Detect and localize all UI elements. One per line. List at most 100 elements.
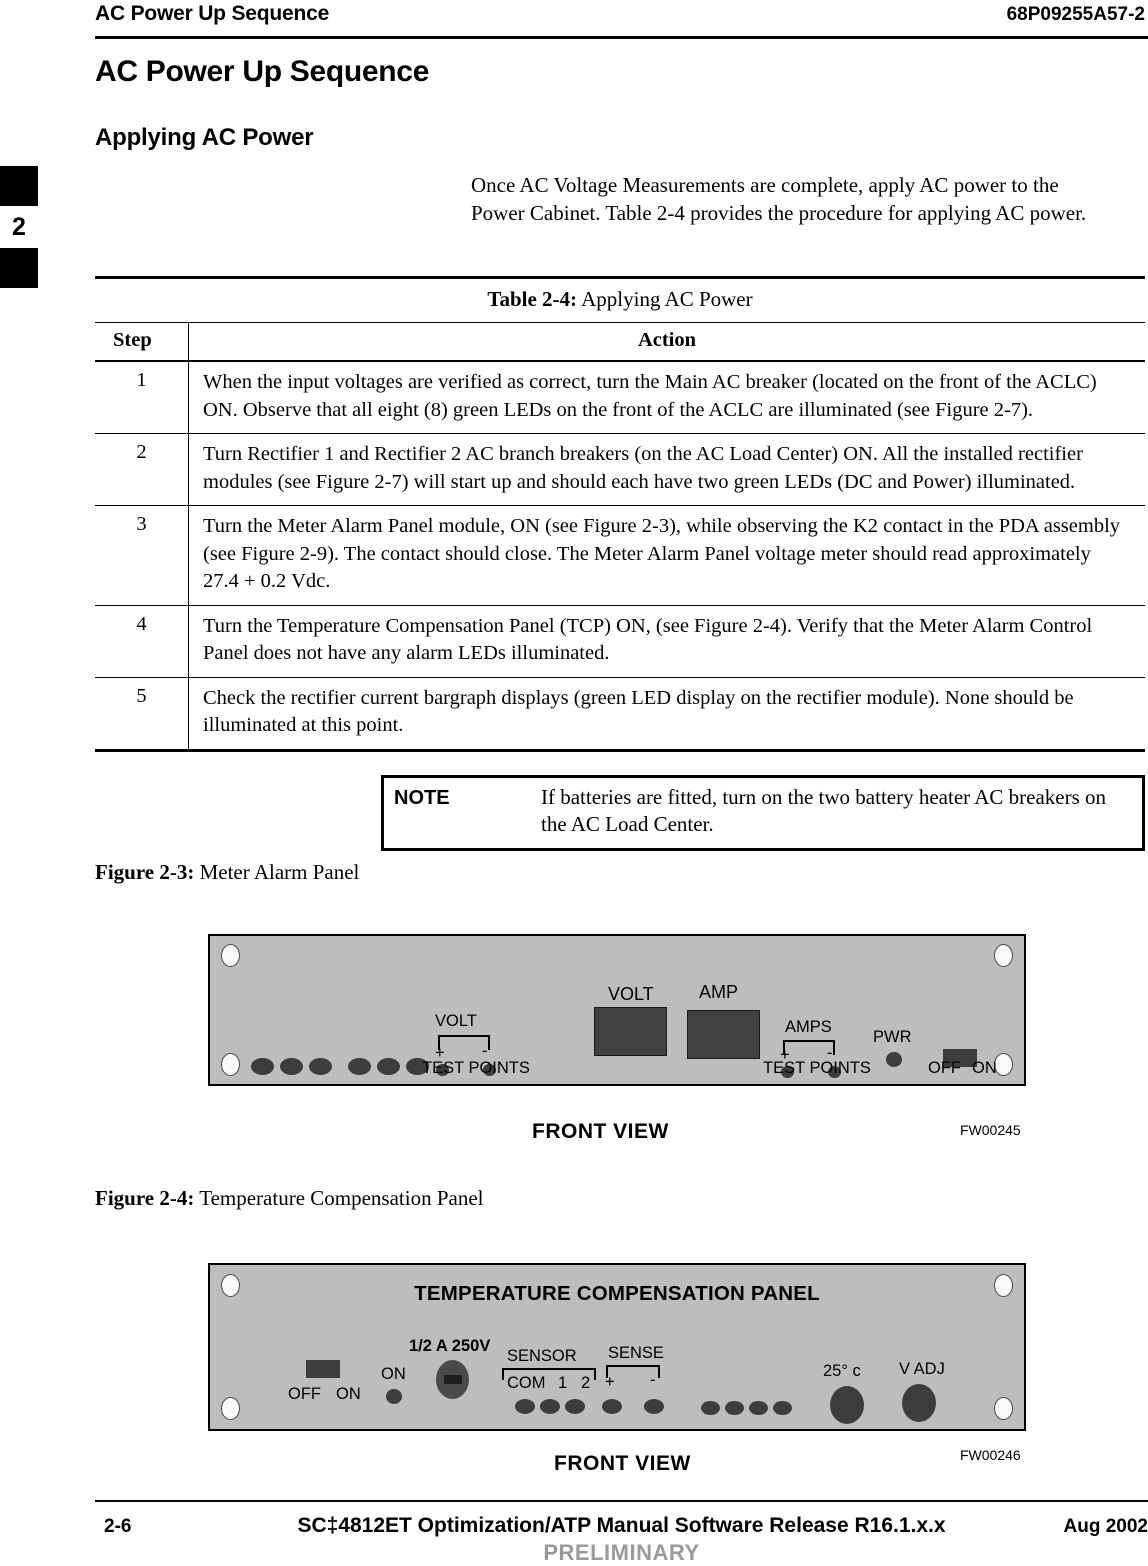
volt-testpoints-group-label: VOLT [435,1012,477,1030]
cell-action: Turn the Temperature Compensation Panel … [188,605,1145,678]
cell-action: When the input voltages are verified as … [188,361,1145,434]
tcp-sensor-com-terminal [515,1399,535,1414]
tcp-switch-on-label: ON [336,1385,361,1403]
tcp-sensor-2-label: 2 [581,1374,591,1392]
tcp-on-led [386,1389,402,1404]
alarm-led [348,1058,371,1075]
tcp-temp-knob-label: 25° c [823,1362,861,1380]
cell-step: 1 [95,361,189,434]
tcp-fuse-rating-label: 1/2 A 250V [409,1337,491,1355]
volt-testpoints-label: TEST POINTS [422,1059,530,1077]
tcp-switch-off-label: OFF [288,1385,321,1403]
tcp-on-led-label: ON [381,1365,406,1383]
tcp-terminal [701,1401,720,1415]
mounting-hole [994,1053,1013,1076]
page-footer: 2-6 SC‡4812ET Optimization/ATP Manual So… [95,1508,1148,1565]
mounting-hole [994,944,1013,967]
power-led [886,1052,902,1067]
table-caption: Table 2-4: Applying AC Power [95,276,1145,323]
tcp-sense-plus-label: + [605,1373,615,1391]
alarm-led [251,1058,274,1075]
mounting-hole [221,1053,240,1076]
meter-alarm-panel-drawing: VOLT + - TEST POINTS VOLT AMP AMPS + - T… [208,934,1026,1086]
figure-2-3-caption: Figure 2-3: Meter Alarm Panel [95,860,359,885]
cell-step: 5 [95,677,189,752]
document-page: 2 AC Power Up Sequence 68P09255A57-2 AC … [0,0,1148,1565]
table-row: 4 Turn the Temperature Compensation Pane… [95,605,1145,678]
volt-meter-display [594,1007,667,1056]
tcp-sensor-2-terminal [565,1399,585,1414]
table-caption-label: Table 2-4: [487,287,578,311]
tcp-power-switch [306,1360,340,1378]
chapter-tab-number: 2 [12,213,26,241]
figure-2-3-drawing-id: FW00245 [960,1122,1021,1138]
tcp-terminal [749,1401,768,1415]
table-header-step: Step [95,322,189,362]
figure-2-4-caption: Figure 2-4: Temperature Compensation Pan… [95,1186,484,1211]
chapter-tab-block-top [0,166,38,206]
cell-action: Turn Rectifier 1 and Rectifier 2 AC bran… [188,433,1145,506]
temperature-compensation-panel-drawing: TEMPERATURE COMPENSATION PANEL OFF ON ON… [208,1263,1026,1431]
tcp-terminal [725,1401,744,1415]
note-box: NOTE If batteries are fitted, turn on th… [381,775,1145,851]
footer-divider [95,1500,1148,1502]
tcp-sensor-group-label: SENSOR [507,1347,577,1365]
chapter-tab-block-bottom [0,248,38,288]
tcp-terminal [773,1401,792,1415]
tcp-sensor-1-terminal [540,1399,560,1414]
figure-2-4-drawing-id: FW00246 [960,1447,1021,1463]
note-label: NOTE [394,787,450,809]
switch-on-label: ON [972,1059,997,1077]
figure-2-4-caption-text: Temperature Compensation Panel [194,1186,484,1210]
alarm-led [280,1058,303,1075]
mounting-hole [994,1397,1013,1420]
note-text: If batteries are fitted, turn on the two… [541,785,1107,836]
intro-paragraph: Once AC Voltage Measurements are complet… [471,173,1087,225]
page-title: AC Power Up Sequence [95,55,430,88]
amps-testpoints-label: TEST POINTS [763,1059,871,1077]
tcp-panel-title: TEMPERATURE COMPENSATION PANEL [414,1282,820,1305]
table-row: 3 Turn the Meter Alarm Panel module, ON … [95,505,1145,606]
cell-step: 3 [95,505,189,606]
footer-date: Aug 2002 [1063,1516,1148,1537]
tcp-sensor-1-label: 1 [558,1374,568,1392]
section-heading: Applying AC Power [95,124,314,151]
footer-status: PRELIMINARY [543,1540,700,1565]
table-row: 1 When the input voltages are verified a… [95,361,1145,434]
table-row: 2 Turn Rectifier 1 and Rectifier 2 AC br… [95,433,1145,506]
tcp-fuse [436,1360,469,1399]
cell-step: 2 [95,433,189,506]
header-document-number: 68P09255A57-2 [1006,4,1145,25]
table-caption-text: Applying AC Power [577,287,753,311]
figure-2-4-caption-label: Figure 2-4: [95,1186,195,1210]
volt-meter-label: VOLT [608,984,654,1004]
chapter-tab: 2 [0,166,38,288]
table-row: 5 Check the rectifier current bargraph d… [95,677,1145,752]
tcp-vadj-knob-label: V ADJ [899,1360,945,1378]
header-divider [95,36,1148,39]
cell-action: Check the rectifier current bargraph dis… [188,677,1145,752]
figure-2-3-view-label: FRONT VIEW [532,1120,669,1143]
tcp-sense-minus-label: - [650,1371,656,1389]
amp-meter-label: AMP [699,982,739,1002]
mounting-hole [221,944,240,967]
power-led-label: PWR [873,1028,912,1046]
procedure-table: Table 2-4: Applying AC Power Step Action… [95,276,1145,752]
alarm-led [377,1058,400,1075]
alarm-led [309,1058,332,1075]
figure-2-3-caption-label: Figure 2-3: [95,860,195,884]
table-header-action: Action [188,322,1145,362]
amps-testpoints-group-label: AMPS [785,1018,832,1036]
tcp-sense-positive-terminal [602,1399,622,1414]
mounting-hole [221,1397,240,1420]
figure-2-4-view-label: FRONT VIEW [554,1452,691,1475]
cell-step: 4 [95,605,189,678]
figure-2-3-caption-text: Meter Alarm Panel [194,860,360,884]
tcp-sense-negative-terminal [644,1399,664,1414]
switch-off-label: OFF [928,1059,961,1077]
footer-manual-title: SC‡4812ET Optimization/ATP Manual Softwa… [297,1514,946,1537]
fuse-slot [444,1375,462,1384]
cell-action: Turn the Meter Alarm Panel module, ON (s… [188,505,1145,606]
tcp-temp-knob [830,1386,864,1424]
tcp-sensor-com-label: COM [507,1374,546,1392]
